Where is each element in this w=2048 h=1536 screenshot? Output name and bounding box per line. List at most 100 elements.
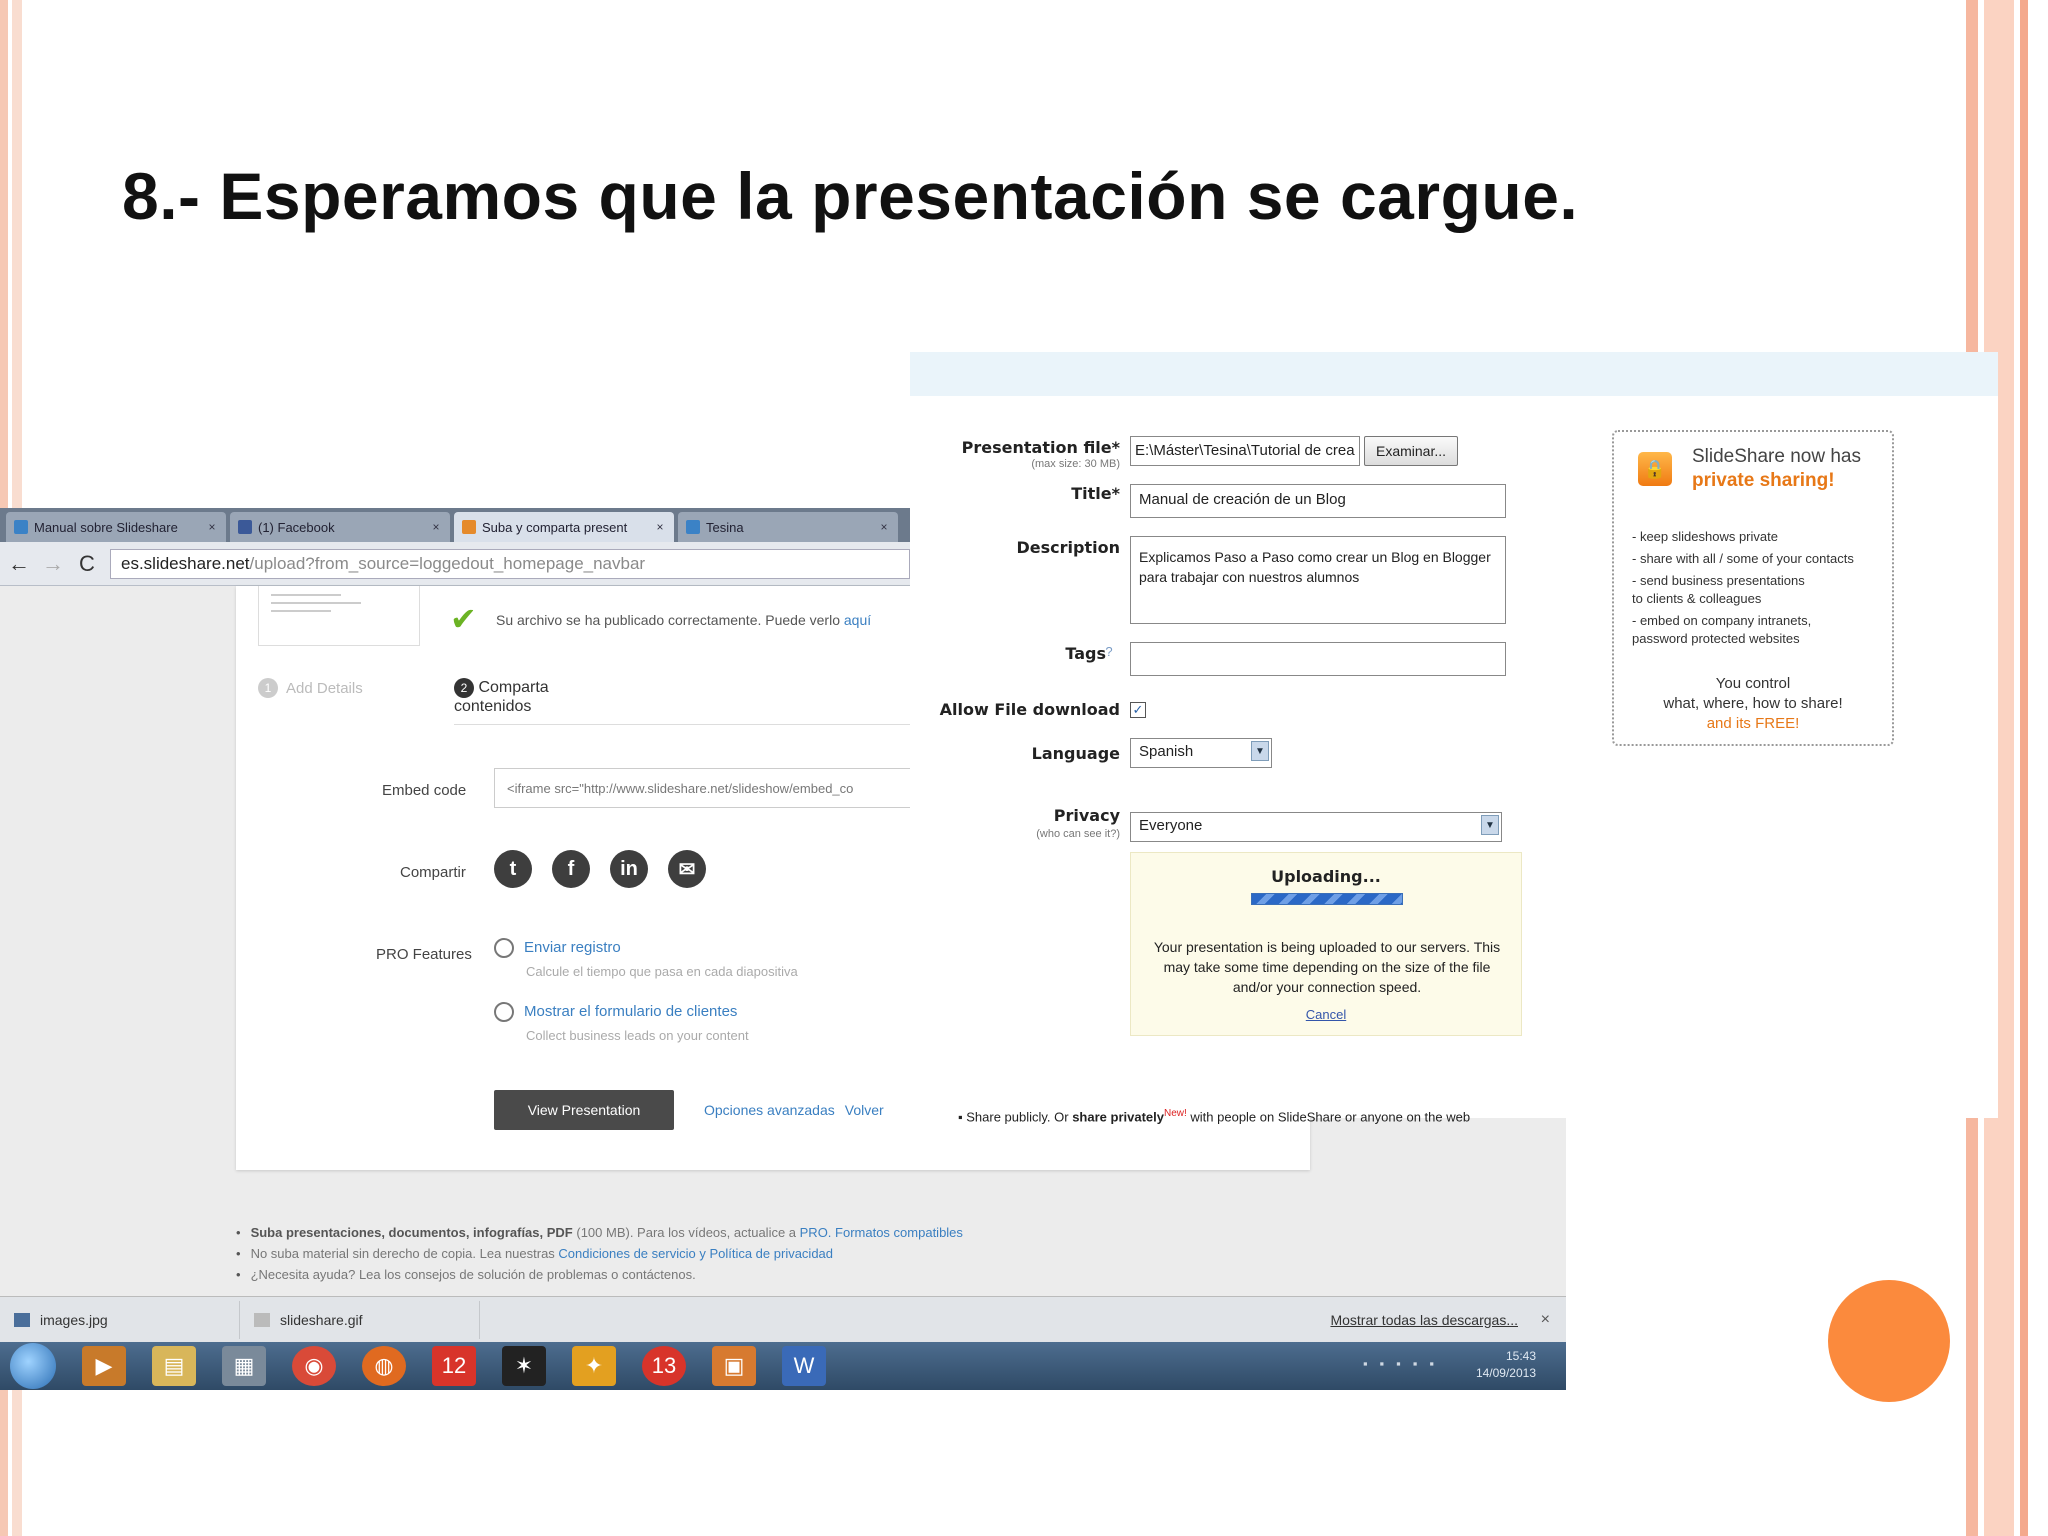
back-arrow-icon[interactable]: ←: [8, 551, 30, 577]
panel-header-bar: [910, 352, 1998, 396]
media-player-icon[interactable]: ▶: [82, 1346, 126, 1386]
form-icon: [494, 1002, 514, 1022]
upload-form-panel: Presentation file* (max size: 30 MB) E:\…: [910, 352, 1998, 1124]
image-file-icon: [14, 1312, 30, 1327]
start-button[interactable]: [10, 1343, 56, 1389]
forward-arrow-icon[interactable]: →: [42, 551, 64, 577]
page-favicon-icon: [14, 520, 28, 534]
step-share-content[interactable]: 2 Comparta contenidos: [454, 678, 549, 716]
terms-link[interactable]: Condiciones de servicio y Política de pr…: [558, 1246, 833, 1261]
close-icon[interactable]: ×: [1541, 1311, 1550, 1329]
pro-item-send-log[interactable]: Enviar registro Calcule el tiempo que pa…: [494, 938, 798, 979]
show-all-downloads-link[interactable]: Mostrar todas las descargas...: [1330, 1312, 1518, 1328]
privacy-select[interactable]: Everyone ▼: [1130, 812, 1502, 842]
tab-slideshare-upload[interactable]: Suba y comparta present ×: [454, 512, 674, 542]
pro-item-lead-form[interactable]: Mostrar el formulario de clientes Collec…: [494, 1002, 749, 1043]
tab-strip: Manual sobre Slideshare × (1) Facebook ×…: [0, 508, 910, 542]
app-icon[interactable]: ✦: [572, 1346, 616, 1386]
browse-button[interactable]: Examinar...: [1364, 436, 1458, 466]
tags-input[interactable]: [1130, 642, 1506, 676]
allow-download-checkbox[interactable]: ✓: [1130, 702, 1146, 718]
share-label: Compartir: [400, 864, 466, 881]
privacy-hint: (who can see it?): [1036, 828, 1120, 840]
file-path-input[interactable]: E:\Máster\Tesina\Tutorial de crea: [1130, 436, 1360, 466]
tab-close-icon[interactable]: ×: [878, 520, 890, 534]
image-file-icon: [254, 1312, 270, 1327]
cancel-upload-link[interactable]: Cancel: [1131, 1007, 1521, 1022]
app-icon[interactable]: 12: [432, 1346, 476, 1386]
page-favicon-icon: [686, 520, 700, 534]
powerpoint-icon[interactable]: ▣: [712, 1346, 756, 1386]
explorer-icon[interactable]: ▤: [152, 1346, 196, 1386]
list-item: ¿Necesita ayuda? Lea los consejos de sol…: [236, 1264, 963, 1285]
promo-highlight: private sharing!: [1692, 470, 1835, 491]
tab-close-icon[interactable]: ×: [206, 520, 218, 534]
file-size-hint: (max size: 30 MB): [1031, 458, 1120, 470]
firefox-icon[interactable]: ◍: [362, 1346, 406, 1386]
downloads-bar: images.jpg slideshare.gif Mostrar todas …: [0, 1296, 1566, 1342]
twitter-icon[interactable]: t: [494, 850, 532, 888]
address-bar[interactable]: es.slideshare.net/upload?from_source=log…: [110, 548, 910, 579]
new-badge: New!: [1163, 1108, 1187, 1119]
tab-facebook[interactable]: (1) Facebook ×: [230, 512, 450, 542]
list-item: Suba presentaciones, documentos, infogra…: [236, 1222, 963, 1243]
back-link[interactable]: Volver: [845, 1102, 884, 1118]
help-icon[interactable]: ?: [1100, 644, 1118, 659]
upload-progress-bar: [1251, 893, 1403, 905]
share-privately-link[interactable]: share privately: [1072, 1109, 1164, 1124]
view-presentation-button[interactable]: View Presentation: [494, 1090, 674, 1130]
word-icon[interactable]: W: [782, 1346, 826, 1386]
file-label: Presentation file*: [961, 438, 1120, 457]
language-select[interactable]: Spanish ▼: [1130, 738, 1272, 768]
download-item[interactable]: slideshare.gif: [244, 1300, 480, 1339]
tags-label: Tags: [1065, 644, 1106, 663]
step-add-details[interactable]: 1 Add Details: [258, 678, 363, 698]
chevron-down-icon: ▼: [1481, 815, 1499, 835]
step-number: 1: [258, 678, 278, 698]
tab-manual-slideshare[interactable]: Manual sobre Slideshare ×: [6, 512, 226, 542]
list-item: - embed on company intranets, password p…: [1632, 613, 1812, 646]
description-textarea[interactable]: Explicamos Paso a Paso como crear un Blo…: [1130, 536, 1506, 624]
decorative-circle: [1828, 1280, 1950, 1402]
facebook-icon[interactable]: f: [552, 850, 590, 888]
linkedin-icon[interactable]: in: [610, 850, 648, 888]
language-label: Language: [1031, 744, 1120, 763]
title-label: Title*: [1071, 484, 1120, 503]
view-here-link[interactable]: aquí: [844, 612, 871, 628]
tab-tesina[interactable]: Tesina ×: [678, 512, 898, 542]
tab-close-icon[interactable]: ×: [654, 520, 666, 534]
url-host: es.slideshare.net: [121, 553, 250, 573]
url-path: /upload?from_source=loggedout_homepage_n…: [249, 553, 646, 573]
uploading-message: Your presentation is being uploaded to o…: [1153, 939, 1501, 995]
email-icon[interactable]: ✉: [668, 850, 706, 888]
system-tray-icons[interactable]: ▪▪▪▪▪: [1363, 1356, 1446, 1371]
chrome-icon[interactable]: ◉: [292, 1346, 336, 1386]
embed-code-field[interactable]: <iframe src="http://www.slideshare.net/s…: [494, 768, 914, 808]
promo-footer: You control what, where, how to share! a…: [1663, 675, 1843, 732]
upload-progress-fill: [1252, 894, 1402, 904]
slideshare-favicon-icon: [462, 520, 476, 534]
app-icon[interactable]: 13: [642, 1346, 686, 1386]
privacy-label: Privacy: [1053, 806, 1120, 825]
windows-taskbar: ▶ ▤ ▦ ◉ ◍ 12 ✶ ✦ 13 ▣ W ▪▪▪▪▪ 15:43 14/0…: [0, 1342, 1566, 1390]
success-message: Su archivo se ha publicado correctamente…: [496, 612, 872, 628]
private-sharing-promo: 🔒 SlideShare now has private sharing! - …: [1612, 430, 1894, 746]
app-icon[interactable]: ✶: [502, 1346, 546, 1386]
app-icon[interactable]: ▦: [222, 1346, 266, 1386]
download-item[interactable]: images.jpg: [4, 1300, 240, 1339]
tab-close-icon[interactable]: ×: [430, 520, 442, 534]
divider: [454, 724, 914, 725]
upload-notes: Suba presentaciones, documentos, infogra…: [236, 1222, 963, 1285]
slide-title: 8.- Esperamos que la presentación se car…: [122, 159, 1579, 233]
title-input[interactable]: Manual de creación de un Blog: [1130, 484, 1506, 518]
lock-icon: 🔒: [1638, 452, 1672, 486]
uploading-title: Uploading...: [1271, 867, 1381, 886]
reload-icon[interactable]: C: [76, 551, 98, 577]
presentation-thumbnail[interactable]: [258, 586, 420, 646]
advanced-options-link[interactable]: Opciones avanzadas: [704, 1102, 835, 1118]
share-icons: t f in ✉: [494, 850, 706, 888]
clock[interactable]: 15:43 14/09/2013: [1476, 1348, 1536, 1382]
step-number: 2: [454, 678, 474, 698]
uploading-status-box: Uploading... Your presentation is being …: [1130, 852, 1522, 1036]
compatible-formats-link[interactable]: PRO. Formatos compatibles: [800, 1225, 963, 1240]
